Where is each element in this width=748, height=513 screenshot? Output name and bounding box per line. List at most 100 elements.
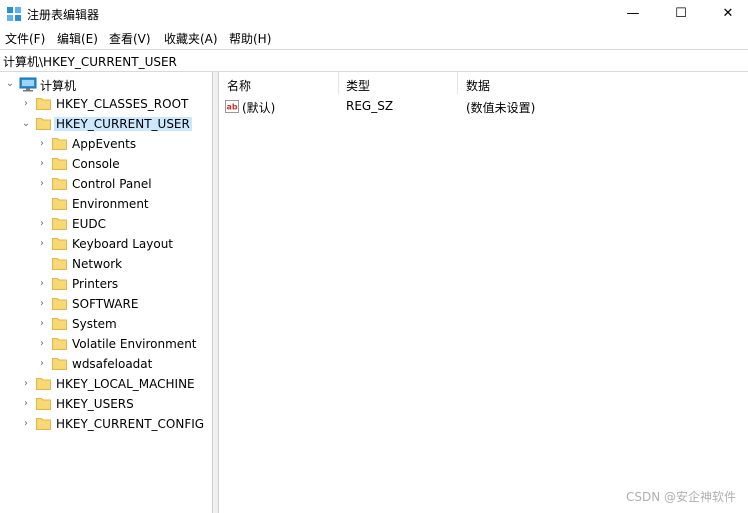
column-type-header[interactable]: 类型 <box>346 77 370 94</box>
folder-icon <box>36 418 51 430</box>
tree-item-label: SOFTWARE <box>72 297 139 311</box>
menu-help[interactable]: 帮助(H) <box>229 30 271 47</box>
chevron-right-icon[interactable]: › <box>20 377 32 391</box>
folder-icon <box>52 178 67 190</box>
minimize-button[interactable]: — <box>610 0 656 28</box>
tree-item[interactable]: Environment <box>0 194 212 214</box>
tree-item-label: Console <box>72 157 120 171</box>
menu-file[interactable]: 文件(F) <box>5 30 45 47</box>
tree-item[interactable]: › HKEY_USERS <box>0 394 212 414</box>
tree-item-label: Control Panel <box>72 177 152 191</box>
pane-splitter[interactable] <box>212 72 219 513</box>
folder-icon <box>52 198 67 210</box>
chevron-right-icon[interactable]: › <box>36 297 48 311</box>
tree-item[interactable]: › EUDC <box>0 214 212 234</box>
chevron-right-icon[interactable]: › <box>36 157 48 171</box>
address-bar[interactable]: 计算机\HKEY_CURRENT_USER <box>0 49 748 72</box>
folder-icon <box>52 278 67 290</box>
chevron-right-icon[interactable]: › <box>36 357 48 371</box>
string-value-icon: ab <box>225 100 239 113</box>
tree-item-label: Printers <box>72 277 119 291</box>
tree-item-label: Network <box>72 257 123 271</box>
tree-item[interactable]: › HKEY_LOCAL_MACHINE <box>0 374 212 394</box>
tree-item-label: AppEvents <box>72 137 137 151</box>
chevron-right-icon[interactable]: › <box>36 217 48 231</box>
tree-item[interactable]: › HKEY_CLASSES_ROOT <box>0 94 212 114</box>
chevron-right-icon[interactable]: › <box>36 337 48 351</box>
chevron-right-icon[interactable]: › <box>36 177 48 191</box>
value-list[interactable]: 名称 类型 数据 ab (默认) REG_SZ (数值未设置) <box>219 72 748 513</box>
chevron-right-icon[interactable]: › <box>36 277 48 291</box>
tree-item-label: wdsafeloadat <box>72 357 153 371</box>
tree-root-label: 计算机 <box>40 79 77 93</box>
svg-text:ab: ab <box>227 103 238 112</box>
list-row[interactable]: ab (默认) REG_SZ (数值未设置) <box>219 97 748 117</box>
folder-icon <box>36 378 51 390</box>
tree-item[interactable]: › Keyboard Layout <box>0 234 212 254</box>
tree-root[interactable]: ⌄ 计算机 <box>0 74 212 94</box>
value-name: (默认) <box>242 101 276 115</box>
folder-icon <box>52 258 67 270</box>
tree-item[interactable]: › wdsafeloadat <box>0 354 212 374</box>
address-path[interactable]: 计算机\HKEY_CURRENT_USER <box>3 53 177 70</box>
column-divider[interactable] <box>338 72 339 94</box>
column-data-header[interactable]: 数据 <box>466 77 490 94</box>
folder-icon <box>36 118 51 130</box>
key-tree[interactable]: ⌄ 计算机 › HKEY_CLASSES_ROOT ⌄ HKEY_CURRENT_US… <box>0 72 212 513</box>
tree-item-label: HKEY_USERS <box>56 397 134 411</box>
watermark: CSDN @安企神软件 <box>625 490 736 504</box>
computer-icon <box>19 77 37 92</box>
close-button[interactable]: ✕ <box>705 0 748 28</box>
menu-edit[interactable]: 编辑(E) <box>57 30 98 47</box>
tree-item-label: HKEY_CURRENT_CONFIG <box>56 417 205 431</box>
folder-icon <box>52 358 67 370</box>
tree-item[interactable]: › System <box>0 314 212 334</box>
tree-item[interactable]: › Control Panel <box>0 174 212 194</box>
value-data: (数值未设置) <box>466 101 536 115</box>
tree-item-label: EUDC <box>72 217 106 231</box>
column-divider[interactable] <box>457 72 458 94</box>
chevron-right-icon[interactable]: › <box>36 317 48 331</box>
tree-item[interactable]: › Volatile Environment <box>0 334 212 354</box>
folder-icon <box>36 398 51 410</box>
folder-icon <box>36 98 51 110</box>
value-type: REG_SZ <box>346 99 394 113</box>
folder-icon <box>52 338 67 350</box>
chevron-right-icon[interactable]: › <box>36 237 48 251</box>
menu-bar: 文件(F) 编辑(E) 查看(V) 收藏夹(A) 帮助(H) <box>0 29 748 48</box>
tree-item[interactable]: › SOFTWARE <box>0 294 212 314</box>
tree-item[interactable]: › Console <box>0 154 212 174</box>
list-header: 名称 类型 数据 <box>219 72 748 94</box>
column-name-header[interactable]: 名称 <box>227 77 251 94</box>
chevron-right-icon[interactable]: › <box>36 137 48 151</box>
tree-item-label: HKEY_CURRENT_USER <box>54 117 192 131</box>
folder-icon <box>52 158 67 170</box>
title-bar: 注册表编辑器 — ☐ ✕ <box>0 0 748 28</box>
folder-icon <box>52 318 67 330</box>
tree-item-label: HKEY_CLASSES_ROOT <box>56 97 189 111</box>
folder-icon <box>52 298 67 310</box>
tree-item-label: Volatile Environment <box>72 337 197 351</box>
tree-item-label: Keyboard Layout <box>72 237 174 251</box>
maximize-button[interactable]: ☐ <box>658 0 704 28</box>
menu-view[interactable]: 查看(V) <box>109 30 151 47</box>
chevron-right-icon[interactable]: › <box>20 397 32 411</box>
tree-item[interactable]: Network <box>0 254 212 274</box>
registry-editor-icon <box>7 7 21 21</box>
folder-icon <box>52 218 67 230</box>
window-title: 注册表编辑器 <box>27 8 100 22</box>
chevron-down-icon[interactable]: ⌄ <box>20 117 32 131</box>
folder-icon <box>52 238 67 250</box>
tree-item[interactable]: › HKEY_CURRENT_CONFIG <box>0 414 212 434</box>
chevron-right-icon[interactable]: › <box>20 417 32 431</box>
folder-icon <box>52 138 67 150</box>
tree-item[interactable]: › Printers <box>0 274 212 294</box>
tree-item-label: Environment <box>72 197 149 211</box>
menu-favorites[interactable]: 收藏夹(A) <box>164 30 218 47</box>
tree-item-label: System <box>72 317 117 331</box>
chevron-right-icon[interactable]: › <box>20 97 32 111</box>
chevron-down-icon[interactable]: ⌄ <box>4 77 16 91</box>
tree-item-label: HKEY_LOCAL_MACHINE <box>56 377 195 391</box>
tree-item[interactable]: › AppEvents <box>0 134 212 154</box>
tree-item[interactable]: ⌄ HKEY_CURRENT_USER <box>0 114 212 134</box>
